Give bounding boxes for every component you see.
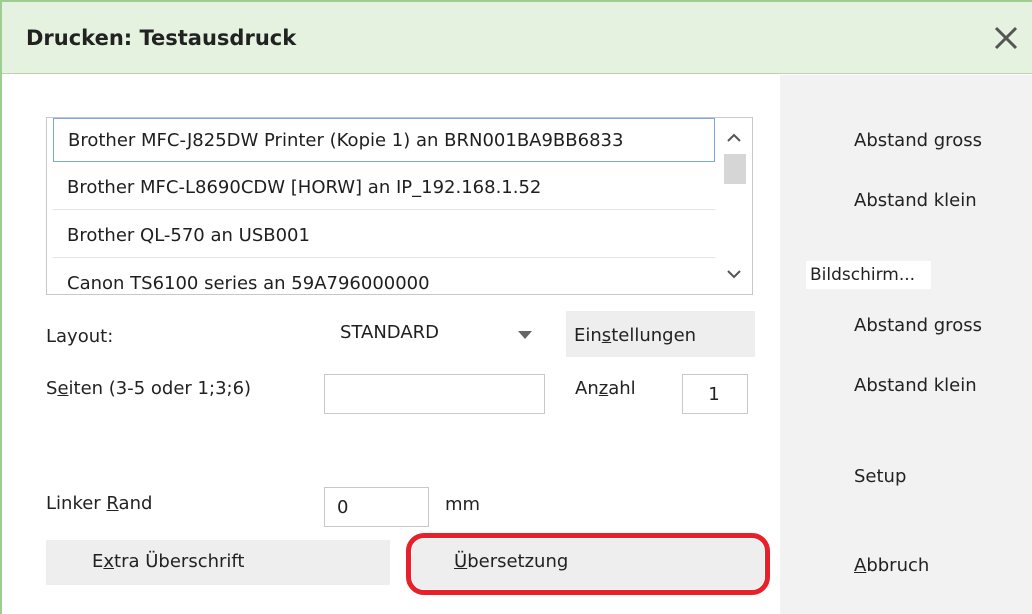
list-item[interactable]: Brother MFC-L8690CDW [HORW] an IP_192.16… [53, 166, 715, 210]
dropdown-arrow-icon [518, 331, 532, 339]
list-item[interactable]: Canon TS6100 series an 59A796000000 [53, 262, 715, 294]
chevron-up-icon[interactable] [724, 128, 744, 148]
spacing-large-button-2[interactable]: Abstand gross [854, 315, 982, 336]
spacing-large-button[interactable]: Abstand gross [854, 130, 982, 151]
pages-label: Seiten (3-5 oder 1;3;6) [46, 378, 252, 399]
margin-label: Linker Rand [46, 493, 153, 514]
spacing-small-button-2[interactable]: Abstand klein [854, 375, 977, 396]
settings-button[interactable]: Einstellungen [566, 311, 755, 357]
title-bar: Drucken: Testausdruck [2, 0, 1032, 74]
extra-heading-label: Extra Überschrift [92, 551, 245, 572]
scroll-thumb[interactable] [724, 154, 746, 184]
highlight-marker [406, 533, 770, 595]
count-input[interactable] [682, 374, 748, 414]
dialog-title: Drucken: Testausdruck [26, 26, 297, 50]
margin-input[interactable] [324, 487, 429, 527]
printer-name: Brother MFC-J825DW Printer (Kopie 1) an … [68, 130, 624, 151]
layout-select[interactable]: STANDARD [324, 314, 552, 356]
print-dialog: Drucken: Testausdruck Brother MFC-J825DW… [0, 0, 1032, 614]
extra-heading-button[interactable]: Extra Überschrift [46, 540, 390, 585]
margin-unit: mm [445, 494, 481, 515]
pages-input[interactable] [324, 374, 545, 414]
settings-label: Einstellungen [574, 325, 697, 346]
printer-name: Brother MFC-L8690CDW [HORW] an IP_192.16… [67, 177, 542, 198]
printer-list[interactable]: Brother MFC-J825DW Printer (Kopie 1) an … [46, 117, 753, 295]
printer-name: Brother QL-570 an USB001 [67, 225, 310, 246]
list-item[interactable]: Brother MFC-J825DW Printer (Kopie 1) an … [53, 118, 715, 162]
printer-name: Canon TS6100 series an 59A796000000 [67, 273, 430, 294]
list-item[interactable]: Brother QL-570 an USB001 [53, 214, 715, 258]
cancel-button[interactable]: Abbruch [854, 555, 929, 576]
right-button-panel: Abstand gross Abstand klein Bildschirm..… [780, 75, 1032, 614]
spacing-small-button[interactable]: Abstand klein [854, 190, 977, 211]
layout-label: Layout: [46, 326, 114, 347]
close-icon[interactable] [988, 20, 1024, 56]
count-label: Anzahl [575, 378, 636, 399]
layout-value: STANDARD [340, 322, 440, 343]
chevron-down-icon[interactable] [724, 264, 744, 284]
setup-button[interactable]: Setup [854, 466, 906, 487]
screen-button[interactable]: Bildschirm... [806, 261, 932, 289]
scrollbar[interactable] [716, 118, 752, 294]
